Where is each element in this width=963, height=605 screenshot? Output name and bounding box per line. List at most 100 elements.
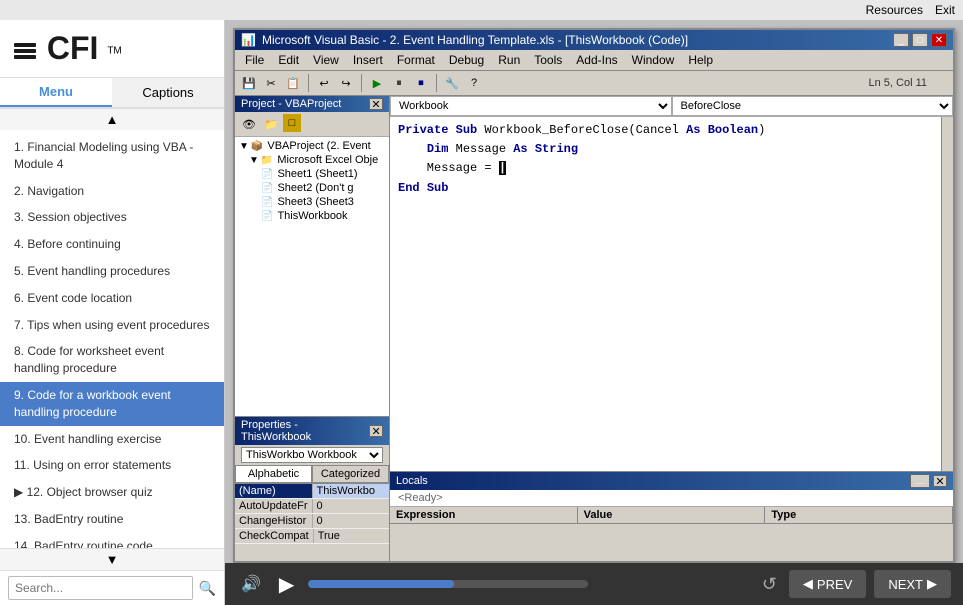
- sidebar-search: 🔍: [0, 570, 224, 605]
- sidebar-item-5[interactable]: 5. Event handling procedures: [0, 258, 224, 285]
- toolbar-btn-2[interactable]: ✂: [261, 73, 281, 93]
- properties-content: (Name)ThisWorkboAutoUpdateFr0ChangeHisto…: [235, 484, 389, 561]
- vba-body: Project - VBAProject ✕ 👁 📁 □ ▼📦VBAProjec…: [235, 96, 953, 561]
- prev-button[interactable]: ◀ PREV: [789, 570, 866, 598]
- vba-close-btn[interactable]: ✕: [931, 33, 947, 47]
- tree-item-1[interactable]: ▼📁Microsoft Excel Obje: [237, 153, 387, 167]
- code-object-dropdown[interactable]: Workbook: [390, 96, 672, 116]
- toolbar-btn-10[interactable]: ?: [464, 73, 484, 93]
- sidebar-item-1[interactable]: 1. Financial Modeling using VBA - Module…: [0, 134, 224, 178]
- sidebar-item-4[interactable]: 4. Before continuing: [0, 231, 224, 258]
- tree-item-4[interactable]: 📄Sheet3 (Sheet3: [237, 195, 387, 209]
- volume-button[interactable]: 🔊: [237, 570, 265, 598]
- sidebar: CFI TM Menu Captions ▲ 1. Financial Mode…: [0, 20, 225, 605]
- code-line: End Sub: [398, 179, 933, 198]
- code-editor[interactable]: Private Sub Workbook_BeforeClose(Cancel …: [390, 117, 941, 471]
- tree-item-3[interactable]: 📄Sheet2 (Don't g: [237, 181, 387, 195]
- menu-item-insert[interactable]: Insert: [347, 51, 389, 69]
- vba-window-icon: 📊: [241, 33, 256, 47]
- next-arrow: ▶: [927, 576, 937, 592]
- menu-item-debug[interactable]: Debug: [443, 51, 490, 69]
- prop-tab-cat[interactable]: Categorized: [312, 465, 389, 483]
- locals-col-value: Value: [578, 507, 766, 524]
- properties-object-select[interactable]: ThisWorkbo Workbook: [241, 447, 383, 463]
- prop-value: 0: [313, 499, 390, 513]
- sidebar-item-11[interactable]: 11. Using on error statements: [0, 452, 224, 479]
- sidebar-logo: CFI TM: [0, 20, 224, 78]
- locals-close-btn[interactable]: ✕: [933, 475, 947, 487]
- prop-name: AutoUpdateFr: [235, 499, 313, 513]
- progress-bar-fill: [308, 580, 454, 588]
- vba-maximize-btn[interactable]: □: [912, 33, 928, 47]
- resources-link[interactable]: Resources: [866, 3, 923, 17]
- menu-item-view[interactable]: View: [307, 51, 345, 69]
- menu-item-file[interactable]: File: [239, 51, 270, 69]
- toolbar-btn-9[interactable]: 🔧: [442, 73, 462, 93]
- proj-toolbar-btn-2[interactable]: 📁: [261, 114, 281, 134]
- sidebar-scroll-down[interactable]: ▼: [0, 548, 224, 570]
- project-close-btn[interactable]: ✕: [369, 98, 383, 110]
- vba-title-bar: 📊 Microsoft Visual Basic - 2. Event Hand…: [235, 30, 953, 50]
- sidebar-item-8[interactable]: 8. Code for worksheet event handling pro…: [0, 338, 224, 382]
- menu-item-run[interactable]: Run: [492, 51, 526, 69]
- progress-bar-container[interactable]: [308, 580, 588, 588]
- tree-item-2[interactable]: 📄Sheet1 (Sheet1): [237, 167, 387, 181]
- proj-toolbar-btn-1[interactable]: 👁: [239, 114, 259, 134]
- menu-item-tools[interactable]: Tools: [528, 51, 568, 69]
- proj-toolbar-btn-3[interactable]: □: [283, 114, 301, 132]
- prop-row[interactable]: AutoUpdateFr0: [235, 499, 389, 514]
- vba-window-title: Microsoft Visual Basic - 2. Event Handli…: [262, 33, 688, 47]
- sidebar-item-3[interactable]: 3. Session objectives: [0, 204, 224, 231]
- search-button[interactable]: 🔍: [199, 580, 216, 597]
- sidebar-item-14[interactable]: 14. BadEntry routine code: [0, 533, 224, 548]
- code-proc-dropdown[interactable]: BeforeClose: [672, 96, 954, 116]
- menu-item-add-ins[interactable]: Add-Ins: [570, 51, 623, 69]
- code-dropdowns: Workbook BeforeClose: [390, 96, 953, 117]
- toolbar-stop-btn[interactable]: ⏹: [411, 73, 431, 93]
- toolbar-sep-1: [308, 74, 309, 92]
- menu-item-format[interactable]: Format: [391, 51, 441, 69]
- search-input[interactable]: [8, 576, 193, 600]
- sidebar-item-12[interactable]: ▶ 12. Object browser quiz: [0, 479, 224, 506]
- toolbar-btn-5[interactable]: ↪: [336, 73, 356, 93]
- toolbar-btn-3[interactable]: 📋: [283, 73, 303, 93]
- code-scrollbar[interactable]: [941, 117, 953, 471]
- bottom-bar: 🔊 ▶ ↺ ◀ PREV NEXT ▶: [225, 563, 963, 605]
- refresh-button[interactable]: ↺: [758, 570, 781, 599]
- sidebar-item-9[interactable]: 9. Code for a workbook event handling pr…: [0, 382, 224, 426]
- prev-arrow: ◀: [803, 576, 813, 592]
- prop-tab-alpha[interactable]: Alphabetic: [235, 465, 312, 483]
- sidebar-item-7[interactable]: 7. Tips when using event procedures: [0, 312, 224, 339]
- properties-close-btn[interactable]: ✕: [369, 425, 383, 437]
- toolbar-btn-4[interactable]: ↩: [314, 73, 334, 93]
- locals-col-expression: Expression: [390, 507, 578, 524]
- tree-item-0[interactable]: ▼📦VBAProject (2. Event: [237, 139, 387, 153]
- exit-link[interactable]: Exit: [935, 3, 955, 17]
- prop-row[interactable]: ChangeHistor0: [235, 514, 389, 529]
- menu-item-window[interactable]: Window: [626, 51, 681, 69]
- sidebar-item-10[interactable]: 10. Event handling exercise: [0, 426, 224, 453]
- properties-panel-header: Properties - ThisWorkbook ✕: [235, 417, 389, 445]
- captions-tab[interactable]: Captions: [112, 78, 224, 107]
- vba-minimize-btn[interactable]: _: [893, 33, 909, 47]
- tree-item-5[interactable]: 📄ThisWorkbook: [237, 209, 387, 223]
- toolbar-sep-2: [361, 74, 362, 92]
- sidebar-scroll-up[interactable]: ▲: [0, 108, 224, 130]
- toolbar-break-btn[interactable]: ⏸: [389, 73, 409, 93]
- prop-row[interactable]: CheckCompatTrue: [235, 529, 389, 544]
- sidebar-item-13[interactable]: 13. BadEntry routine: [0, 506, 224, 533]
- locals-title: Locals: [396, 475, 428, 487]
- locals-options-btn[interactable]: …: [910, 474, 930, 488]
- menu-item-edit[interactable]: Edit: [272, 51, 305, 69]
- toolbar-btn-1[interactable]: 💾: [239, 73, 259, 93]
- sidebar-item-2[interactable]: 2. Navigation: [0, 178, 224, 205]
- next-button[interactable]: NEXT ▶: [874, 570, 951, 598]
- sidebar-item-6[interactable]: 6. Event code location: [0, 285, 224, 312]
- play-button[interactable]: ▶: [275, 568, 298, 601]
- prop-title-row: ThisWorkbo Workbook: [235, 445, 389, 465]
- menu-item-help[interactable]: Help: [682, 51, 719, 69]
- main-layout: CFI TM Menu Captions ▲ 1. Financial Mode…: [0, 20, 963, 605]
- toolbar-run-btn[interactable]: ▶: [367, 73, 387, 93]
- prop-row[interactable]: (Name)ThisWorkbo: [235, 484, 389, 499]
- menu-tab[interactable]: Menu: [0, 78, 112, 107]
